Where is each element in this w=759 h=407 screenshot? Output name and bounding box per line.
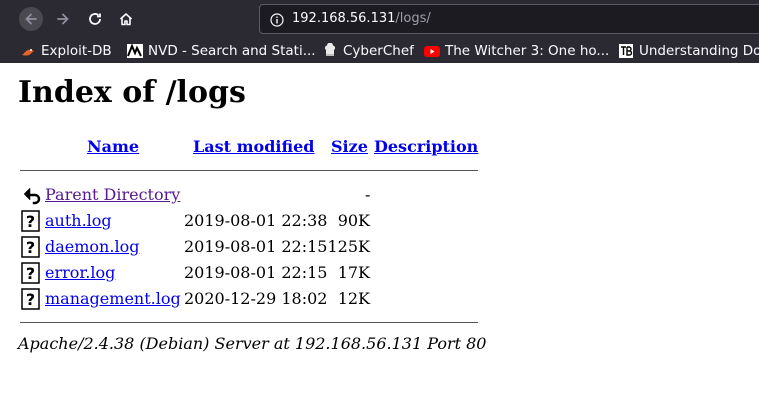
arrow-left-icon bbox=[25, 13, 37, 25]
youtube-icon bbox=[424, 43, 440, 59]
bookmark-label: NVD - Search and Stati... bbox=[148, 42, 316, 59]
divider bbox=[20, 170, 478, 171]
modified-cell: 2019-08-01 22:15 bbox=[184, 237, 328, 256]
bookmark-label: The Witcher 3: One ho... bbox=[445, 42, 610, 59]
bookmark-label: CyberChef bbox=[343, 42, 414, 59]
size-cell: 125K bbox=[327, 237, 371, 256]
forward-button[interactable] bbox=[52, 8, 74, 30]
bookmark-understanding[interactable]: Understanding Do bbox=[618, 38, 759, 63]
back-button[interactable] bbox=[19, 7, 43, 31]
file-link[interactable]: auth.log bbox=[45, 211, 112, 230]
server-signature: Apache/2.4.38 (Debian) Server at 192.168… bbox=[18, 334, 487, 353]
svg-text:?: ? bbox=[26, 212, 35, 231]
bookmark-label: Understanding Do bbox=[639, 42, 759, 59]
sort-by-size-link[interactable]: Size bbox=[331, 137, 368, 156]
sort-by-description-link[interactable]: Description bbox=[374, 137, 478, 156]
parent-directory-link[interactable]: Parent Directory bbox=[45, 185, 180, 204]
parent-directory-cell[interactable]: Parent Directory bbox=[45, 185, 180, 204]
url-host: 192.168.56.131 bbox=[292, 11, 396, 26]
file-name-cell[interactable]: management.log bbox=[45, 289, 181, 308]
divider bbox=[20, 322, 478, 323]
unknown-file-icon: ? bbox=[20, 288, 42, 310]
bookmarks-bar: Exploit-DB NVD - Search and Stati... Cyb… bbox=[0, 38, 759, 63]
file-link[interactable]: error.log bbox=[45, 263, 115, 282]
bookmark-exploit-db[interactable]: Exploit-DB bbox=[20, 38, 112, 63]
page-title: Index of /logs bbox=[18, 75, 246, 110]
home-icon bbox=[119, 13, 133, 26]
size-cell: 17K bbox=[337, 263, 370, 282]
browser-toolbar: 192.168.56.131/logs/ bbox=[0, 0, 759, 38]
bookmark-nvd[interactable]: NVD - Search and Stati... bbox=[127, 38, 316, 63]
reload-button[interactable] bbox=[84, 8, 106, 30]
column-header-description[interactable]: Description bbox=[374, 137, 478, 156]
file-link[interactable]: management.log bbox=[45, 289, 181, 308]
unknown-file-icon: ? bbox=[20, 262, 42, 284]
back-arrow-icon bbox=[20, 184, 42, 206]
file-name-cell[interactable]: error.log bbox=[45, 263, 115, 282]
cyberchef-icon bbox=[322, 42, 338, 59]
bookmark-cyberchef[interactable]: CyberChef bbox=[322, 38, 414, 63]
svg-text:?: ? bbox=[26, 238, 35, 257]
column-header-last-modified[interactable]: Last modified bbox=[193, 137, 314, 156]
unknown-file-icon: ? bbox=[20, 210, 42, 232]
sort-by-name-link[interactable]: Name bbox=[87, 137, 139, 156]
reload-icon bbox=[89, 13, 101, 25]
modified-cell: 2019-08-01 22:38 bbox=[184, 211, 328, 230]
modified-cell: 2020-12-29 18:02 bbox=[184, 289, 328, 308]
size-cell: 90K bbox=[337, 211, 370, 230]
svg-text:?: ? bbox=[26, 290, 35, 309]
url-path: /logs/ bbox=[395, 11, 431, 26]
arrow-right-icon bbox=[57, 13, 69, 25]
url-bar[interactable]: 192.168.56.131/logs/ bbox=[259, 4, 759, 34]
home-button[interactable] bbox=[115, 8, 137, 30]
size-cell: - bbox=[365, 185, 371, 204]
bookmark-witcher[interactable]: The Witcher 3: One ho... bbox=[424, 38, 609, 63]
sort-by-last-modified-link[interactable]: Last modified bbox=[193, 137, 314, 156]
size-cell: 12K bbox=[337, 289, 370, 308]
tb-icon bbox=[618, 43, 634, 59]
modified-cell: 2019-08-01 22:15 bbox=[184, 263, 328, 282]
url-text[interactable]: 192.168.56.131/logs/ bbox=[292, 11, 431, 26]
svg-text:?: ? bbox=[26, 264, 35, 283]
info-icon[interactable] bbox=[270, 12, 284, 27]
file-name-cell[interactable]: daemon.log bbox=[45, 237, 139, 256]
file-link[interactable]: daemon.log bbox=[45, 237, 139, 256]
column-header-name[interactable]: Name bbox=[87, 137, 139, 156]
column-header-size[interactable]: Size bbox=[331, 137, 368, 156]
nvd-icon bbox=[127, 42, 143, 59]
exploit-db-icon bbox=[20, 43, 36, 59]
unknown-file-icon: ? bbox=[20, 236, 42, 258]
file-name-cell[interactable]: auth.log bbox=[45, 211, 112, 230]
bookmark-label: Exploit-DB bbox=[41, 42, 112, 59]
